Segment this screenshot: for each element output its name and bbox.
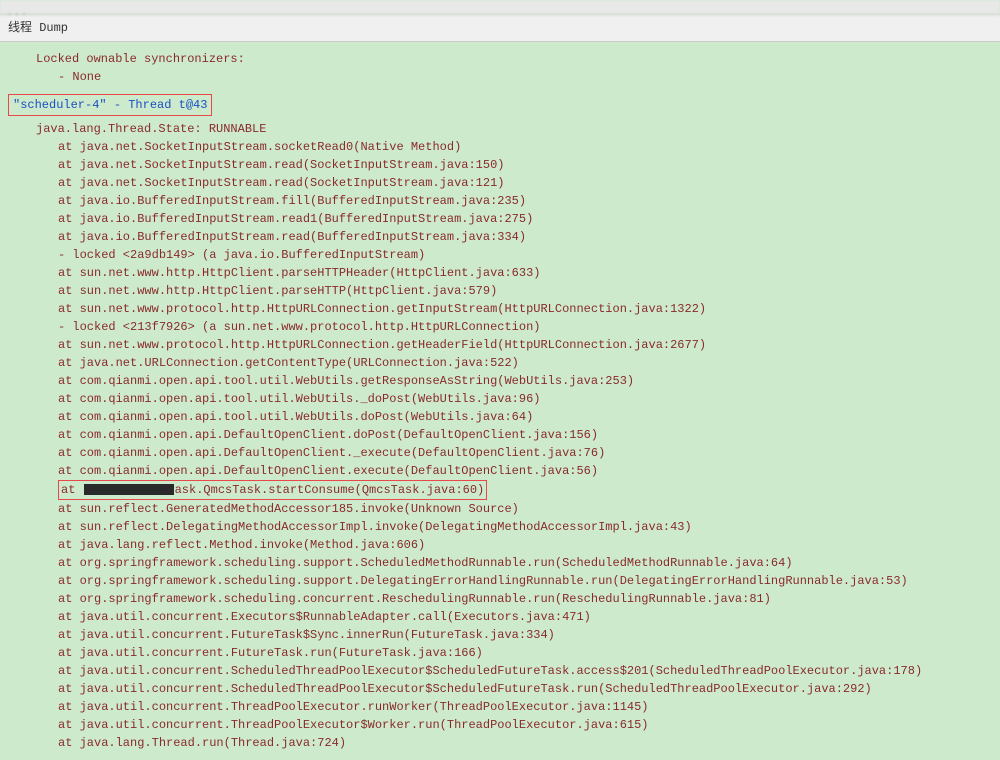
state-value: RUNNABLE bbox=[209, 122, 267, 136]
stack-trace-line: at java.io.BufferedInputStream.read1(Buf… bbox=[0, 210, 1000, 228]
highlighted-prefix: at bbox=[61, 483, 83, 497]
stack-trace-line: at java.lang.Thread.run(Thread.java:724) bbox=[0, 734, 1000, 752]
stack-trace-block-1: at java.net.SocketInputStream.socketRead… bbox=[0, 138, 1000, 480]
top-bar-text: ... bbox=[6, 5, 28, 19]
state-prefix: java.lang.Thread.State: bbox=[36, 122, 209, 136]
none-text: - None bbox=[0, 68, 1000, 86]
thread-header: "scheduler-4" - Thread t@43 bbox=[8, 94, 212, 116]
top-bar: ... bbox=[0, 0, 1000, 15]
stack-trace-line: at java.util.concurrent.ThreadPoolExecut… bbox=[0, 716, 1000, 734]
stack-trace-line: at sun.reflect.GeneratedMethodAccessor18… bbox=[0, 500, 1000, 518]
stack-trace-line: at sun.net.www.protocol.http.HttpURLConn… bbox=[0, 300, 1000, 318]
tab-bar: 线程 Dump bbox=[0, 15, 1000, 42]
thread-header-container: "scheduler-4" - Thread t@43 bbox=[0, 86, 1000, 120]
highlighted-suffix: ask.QmcsTask.startConsume(QmcsTask.java:… bbox=[175, 483, 485, 497]
stack-trace-line: - locked <213f7926> (a sun.net.www.proto… bbox=[0, 318, 1000, 336]
stack-trace-line: at org.springframework.scheduling.suppor… bbox=[0, 554, 1000, 572]
thread-dash: - bbox=[107, 98, 129, 112]
stack-trace-line: at com.qianmi.open.api.tool.util.WebUtil… bbox=[0, 408, 1000, 426]
stack-trace-line: at java.net.SocketInputStream.socketRead… bbox=[0, 138, 1000, 156]
thread-name: "scheduler-4" bbox=[13, 98, 107, 112]
stack-trace-line: at java.util.concurrent.Executors$Runnab… bbox=[0, 608, 1000, 626]
stack-trace-line: at java.net.SocketInputStream.read(Socke… bbox=[0, 174, 1000, 192]
stack-trace-line: at com.qianmi.open.api.DefaultOpenClient… bbox=[0, 444, 1000, 462]
stack-trace-line: at java.util.concurrent.ScheduledThreadP… bbox=[0, 662, 1000, 680]
stack-trace-line: at java.util.concurrent.ScheduledThreadP… bbox=[0, 680, 1000, 698]
locked-ownable-text: Locked ownable synchronizers: bbox=[0, 50, 1000, 68]
stack-trace-line: at sun.reflect.DelegatingMethodAccessorI… bbox=[0, 518, 1000, 536]
stack-trace-line: at java.util.concurrent.FutureTask$Sync.… bbox=[0, 626, 1000, 644]
stack-trace-line: at java.net.SocketInputStream.read(Socke… bbox=[0, 156, 1000, 174]
thread-tid: Thread t@43 bbox=[128, 98, 207, 112]
stack-trace-line: at org.springframework.scheduling.concur… bbox=[0, 590, 1000, 608]
stack-trace-line: at com.qianmi.open.api.DefaultOpenClient… bbox=[0, 462, 1000, 480]
stack-trace-line: at java.net.URLConnection.getContentType… bbox=[0, 354, 1000, 372]
stack-trace-line: at org.springframework.scheduling.suppor… bbox=[0, 572, 1000, 590]
stack-trace-line: at com.qianmi.open.api.tool.util.WebUtil… bbox=[0, 390, 1000, 408]
stack-trace-line: at sun.net.www.protocol.http.HttpURLConn… bbox=[0, 336, 1000, 354]
stack-trace-line: at com.qianmi.open.api.DefaultOpenClient… bbox=[0, 426, 1000, 444]
tab-title: 线程 Dump bbox=[8, 21, 68, 35]
highlighted-stack-line: at ask.QmcsTask.startConsume(QmcsTask.ja… bbox=[0, 480, 1000, 500]
stack-trace-line: at java.lang.reflect.Method.invoke(Metho… bbox=[0, 536, 1000, 554]
thread-state-line: java.lang.Thread.State: RUNNABLE bbox=[0, 120, 1000, 138]
stack-trace-line: at sun.net.www.http.HttpClient.parseHTTP… bbox=[0, 264, 1000, 282]
highlighted-stack-box: at ask.QmcsTask.startConsume(QmcsTask.ja… bbox=[58, 480, 487, 500]
stack-trace-block-2: at sun.reflect.GeneratedMethodAccessor18… bbox=[0, 500, 1000, 752]
dump-content: Locked ownable synchronizers: - None "sc… bbox=[0, 42, 1000, 760]
stack-trace-line: at com.qianmi.open.api.tool.util.WebUtil… bbox=[0, 372, 1000, 390]
stack-trace-line: at sun.net.www.http.HttpClient.parseHTTP… bbox=[0, 282, 1000, 300]
stack-trace-line: - locked <2a9db149> (a java.io.BufferedI… bbox=[0, 246, 1000, 264]
redacted-text bbox=[84, 484, 174, 495]
stack-trace-line: at java.io.BufferedInputStream.read(Buff… bbox=[0, 228, 1000, 246]
stack-trace-line: at java.util.concurrent.ThreadPoolExecut… bbox=[0, 698, 1000, 716]
stack-trace-line: at java.util.concurrent.FutureTask.run(F… bbox=[0, 644, 1000, 662]
stack-trace-line: at java.io.BufferedInputStream.fill(Buff… bbox=[0, 192, 1000, 210]
